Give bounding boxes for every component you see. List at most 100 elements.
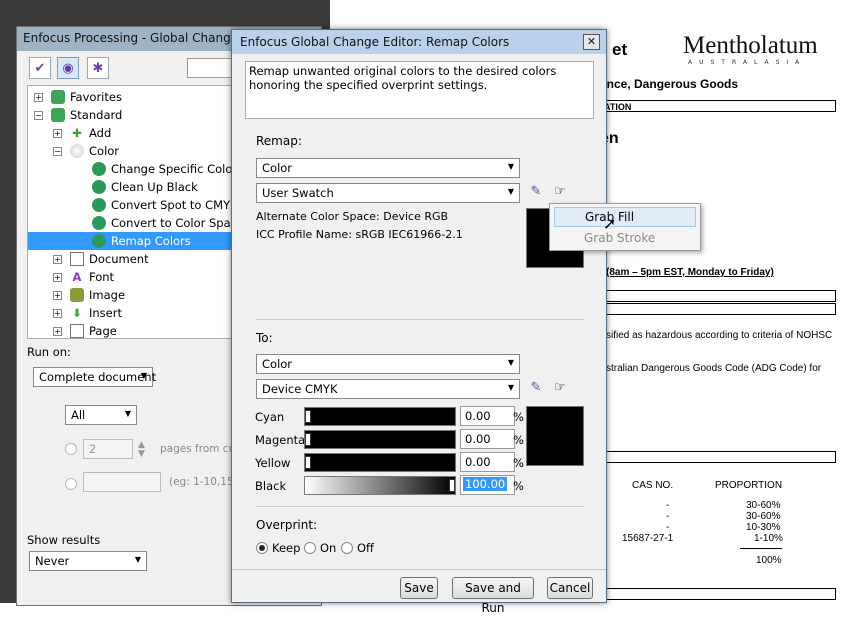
dropdown-value: Never xyxy=(35,554,70,568)
insert-icon: ⬇ xyxy=(72,306,82,320)
stepper-icon[interactable]: ▲ ▼ xyxy=(138,441,145,459)
action-icon xyxy=(92,216,106,230)
dropdown-value: Color xyxy=(262,161,293,175)
expand-icon[interactable]: + xyxy=(53,290,62,300)
doc-line: ence, Dangerous Goods xyxy=(600,77,739,91)
expand-icon[interactable]: + xyxy=(34,92,43,102)
yellow-input[interactable]: 0.00 xyxy=(460,452,515,472)
tree-label: Convert to Color Space xyxy=(111,216,245,230)
page-range-input[interactable] xyxy=(83,472,161,492)
eyedropper-icon[interactable]: ✎ xyxy=(526,184,546,202)
tree-item-remap-colors[interactable]: Remap Colors xyxy=(28,232,233,250)
tree-item-insert[interactable]: + ⬇ Insert xyxy=(53,304,122,322)
tree-item-favorites[interactable]: + Favorites xyxy=(34,88,122,106)
expand-icon[interactable]: + xyxy=(53,308,62,318)
grab-stroke-item[interactable]: Grab Stroke xyxy=(554,229,696,249)
percent-label: % xyxy=(513,456,524,470)
page-icon xyxy=(70,324,84,338)
percent-label: % xyxy=(513,479,524,493)
tree-item-font[interactable]: + A Font xyxy=(53,268,114,286)
tree-item-document[interactable]: + Document xyxy=(53,250,149,268)
to-type-dropdown[interactable]: Color ▼ xyxy=(256,354,520,374)
tree-item-convert-spot[interactable]: Convert Spot to CMYK xyxy=(92,196,238,214)
check-icon[interactable]: ✔ xyxy=(29,57,51,79)
action-icon xyxy=(92,180,106,194)
remap-type-dropdown[interactable]: Color ▼ xyxy=(256,158,520,178)
collapse-icon[interactable]: − xyxy=(34,110,43,120)
run-on-dropdown[interactable]: Complete document ▼ xyxy=(33,367,157,387)
collapse-icon[interactable]: − xyxy=(53,146,62,156)
black-slider[interactable] xyxy=(304,476,456,495)
to-space-dropdown[interactable]: Device CMYK ▼ xyxy=(256,379,520,399)
grab-icon[interactable]: ☞ xyxy=(550,380,570,398)
cyan-input[interactable]: 0.00 xyxy=(460,406,515,426)
chevron-down-icon: ▼ xyxy=(507,162,514,171)
save-button[interactable]: Save xyxy=(400,577,438,599)
tree-label: Color xyxy=(89,144,120,158)
tree-item-page[interactable]: + Page xyxy=(53,322,117,340)
doc-total: 100% xyxy=(756,555,782,566)
expand-icon[interactable]: + xyxy=(53,272,62,282)
tree-item-color[interactable]: − Color xyxy=(53,142,119,160)
eyedropper-icon[interactable]: ✎ xyxy=(526,380,546,398)
dialog-title: Enfocus Global Change Editor: Remap Colo… xyxy=(232,30,606,54)
grab-icon[interactable]: ☞ xyxy=(550,184,570,202)
close-icon[interactable]: ✕ xyxy=(583,34,600,50)
grab-fill-item[interactable]: Grab Fill xyxy=(554,207,696,227)
dropdown-value: All xyxy=(71,408,86,422)
slider-thumb[interactable] xyxy=(305,456,311,469)
pages-dropdown[interactable]: All ▼ xyxy=(65,405,137,425)
slider-thumb[interactable] xyxy=(305,410,311,423)
logo-subtitle: AUSTRALASIA xyxy=(688,59,807,66)
radio-label: Off xyxy=(357,541,374,555)
show-results-dropdown[interactable]: Never ▼ xyxy=(29,551,147,571)
standard-icon xyxy=(51,108,65,122)
tree-item-standard[interactable]: − Standard xyxy=(34,106,122,124)
magenta-input[interactable]: 0.00 xyxy=(460,429,515,449)
save-and-run-button[interactable]: Save and Run xyxy=(452,577,534,615)
slider-thumb[interactable] xyxy=(449,479,455,492)
doc-hours: (8am – 5pm EST, Monday to Friday) xyxy=(606,267,774,278)
doc-cas: - xyxy=(666,500,670,511)
remap-source-dropdown[interactable]: User Swatch ▼ xyxy=(256,183,520,203)
gear-icon[interactable]: ✱ xyxy=(87,57,109,79)
overprint-on-radio[interactable] xyxy=(304,542,316,554)
grab-menu: Grab Fill Grab Stroke xyxy=(549,203,701,251)
expand-icon[interactable]: + xyxy=(53,326,62,336)
tree-item-add[interactable]: + ✚ Add xyxy=(53,124,111,142)
tree-item-clean-up-black[interactable]: Clean Up Black xyxy=(92,178,198,196)
dropdown-value: Complete document xyxy=(39,370,157,384)
tree-item-convert-color-space[interactable]: Convert to Color Space xyxy=(92,214,244,232)
cyan-slider[interactable] xyxy=(304,407,456,426)
globe-icon[interactable]: ◉ xyxy=(57,57,79,79)
overprint-keep-radio[interactable] xyxy=(256,542,268,554)
expand-icon[interactable]: + xyxy=(53,254,62,264)
black-input[interactable]: 100.00 xyxy=(460,475,515,495)
pages-from-radio[interactable] xyxy=(65,443,77,455)
overprint-off-radio[interactable] xyxy=(341,542,353,554)
action-icon xyxy=(92,234,106,248)
slider-thumb[interactable] xyxy=(305,433,311,446)
expand-icon[interactable]: + xyxy=(53,128,62,138)
page-range-radio[interactable] xyxy=(65,478,77,490)
remap-label: Remap: xyxy=(256,134,302,148)
yellow-slider[interactable] xyxy=(304,453,456,472)
pages-from-label: pages from cur xyxy=(160,443,240,455)
channel-label: Cyan xyxy=(255,410,285,424)
magenta-slider[interactable] xyxy=(304,430,456,449)
doc-col-prop: PROPORTION xyxy=(715,480,783,491)
tree-item-image[interactable]: + Image xyxy=(53,286,125,304)
cancel-button[interactable]: Cancel xyxy=(547,577,593,599)
action-icon xyxy=(92,162,106,176)
tree-label: Standard xyxy=(70,108,123,122)
to-label: To: xyxy=(256,331,273,345)
doc-bar: ATION xyxy=(600,100,836,112)
tree-item-change-specific-color[interactable]: Change Specific Color xyxy=(92,160,237,178)
tree-label: Change Specific Color xyxy=(111,162,238,176)
document-icon xyxy=(70,252,84,266)
pages-from-input[interactable]: 2 xyxy=(83,439,133,459)
doc-prop: 30-60% xyxy=(746,511,781,522)
dropdown-value: User Swatch xyxy=(262,186,334,200)
icc-profile-name: ICC Profile Name: sRGB IEC61966-2.1 xyxy=(256,228,463,241)
doc-heading: et xyxy=(612,40,628,59)
